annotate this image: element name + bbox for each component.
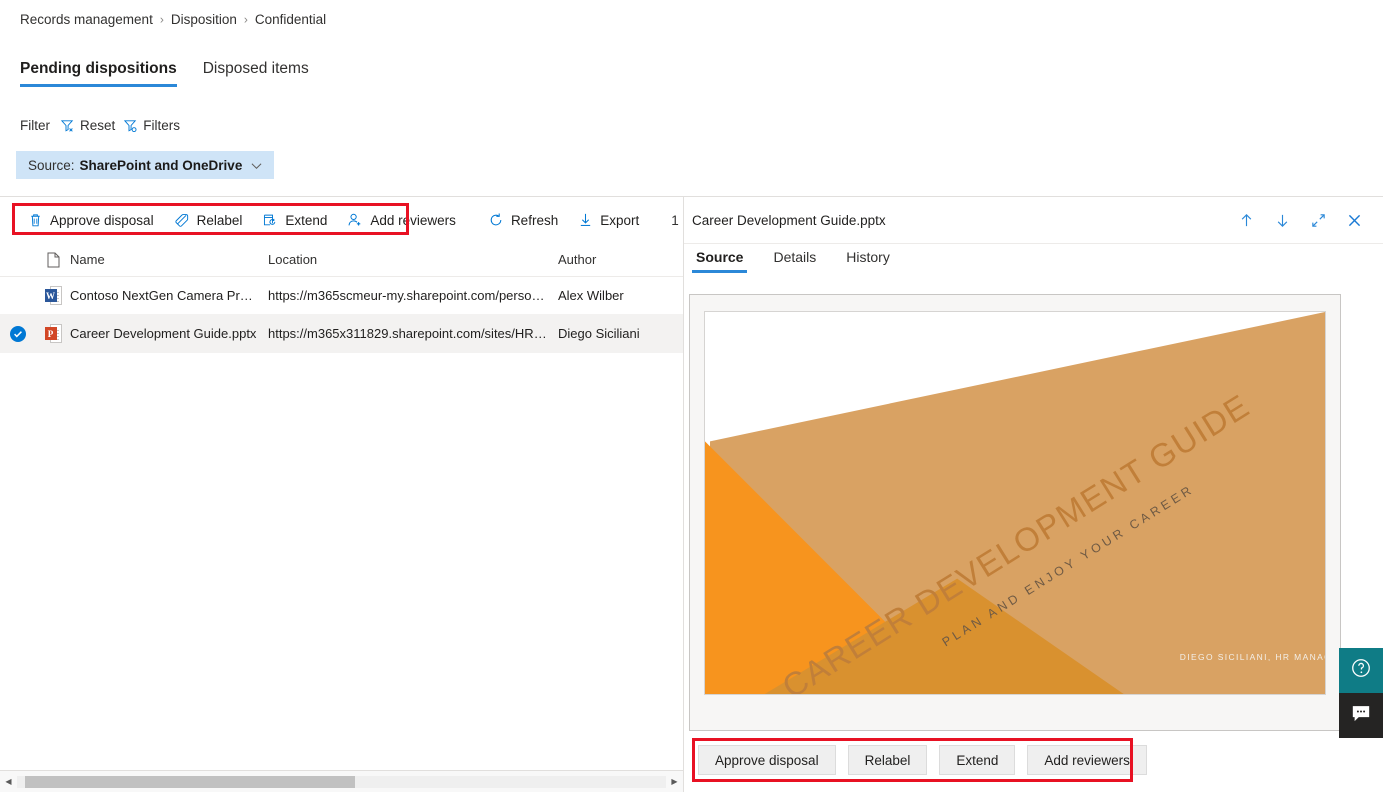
relabel-panel-button[interactable]: Relabel (847, 745, 928, 775)
close-icon[interactable] (1339, 205, 1369, 235)
table-row[interactable]: W Contoso NextGen Camera Product Pla... … (0, 277, 683, 315)
column-header-location[interactable]: Location (268, 252, 558, 267)
detail-pane-title: Career Development Guide.pptx (692, 212, 886, 228)
add-reviewers-panel-button[interactable]: Add reviewers (1027, 745, 1147, 775)
tab-history[interactable]: History (842, 249, 894, 273)
refresh-button[interactable]: Refresh (478, 205, 568, 235)
slide-graphic: CAREER DEVELOPMENT GUIDE PLAN AND ENJOY … (705, 312, 1325, 694)
approve-disposal-label: Approve disposal (50, 212, 154, 228)
column-header-name[interactable]: Name (70, 252, 268, 267)
scroll-left-arrow-icon[interactable]: ◀ (0, 771, 17, 792)
refresh-icon (488, 212, 504, 228)
main-tab-list: Pending dispositions Disposed items (20, 60, 309, 87)
trash-icon (28, 212, 43, 228)
breadcrumb-separator-icon: › (243, 12, 248, 26)
document-icon (36, 252, 70, 268)
powerpoint-file-badge: P (44, 327, 57, 340)
question-circle-icon (1350, 657, 1372, 684)
horizontal-scrollbar[interactable]: ◀ ▶ (0, 770, 683, 792)
source-filter-pill[interactable]: Source: SharePoint and OneDrive (16, 151, 275, 179)
row-author: Diego Siciliani (558, 326, 640, 341)
checkmark-icon (10, 325, 26, 342)
filters-button[interactable]: Filters (123, 118, 180, 133)
scrollbar-thumb[interactable] (25, 775, 355, 788)
breadcrumb-separator-icon: › (159, 12, 164, 26)
tab-source[interactable]: Source (692, 249, 748, 273)
row-name: Career Development Guide.pptx (70, 326, 257, 341)
detail-tab-list: Source Details History (692, 249, 894, 273)
filter-settings-icon (123, 118, 138, 133)
slide-footer: DIEGO SICILIANI, HR MANAGER (1180, 652, 1325, 662)
document-preview-frame: CAREER DEVELOPMENT GUIDE PLAN AND ENJOY … (689, 294, 1341, 731)
person-add-icon (347, 212, 363, 228)
detail-pane-actions (1231, 205, 1383, 235)
reset-filter-button[interactable]: Reset (60, 118, 115, 133)
relabel-label: Relabel (196, 212, 243, 228)
tag-icon (174, 212, 190, 228)
tab-disposed-items[interactable]: Disposed items (203, 60, 309, 87)
scrollbar-track[interactable] (17, 775, 666, 788)
reset-filter-label: Reset (80, 118, 116, 133)
source-filter-value: SharePoint and OneDrive (79, 157, 243, 173)
source-filter-key: Source: (28, 157, 75, 173)
dispositions-table: Name Location Author W Contoso NextGen C… (0, 243, 683, 353)
row-author: Alex Wilber (558, 288, 624, 303)
expand-icon[interactable] (1303, 205, 1333, 235)
filter-label: Filter (20, 118, 50, 133)
records-management-page: Records management › Disposition › Confi… (0, 0, 1383, 792)
command-bar: Approve disposal Relabel Extend Add revi… (0, 205, 759, 235)
powerpoint-file-icon: P (36, 324, 70, 343)
detail-pane-header: Career Development Guide.pptx (684, 197, 1383, 244)
extend-box-icon (262, 212, 278, 228)
help-widget[interactable] (1339, 648, 1383, 693)
table-header-row: Name Location Author (0, 243, 683, 277)
extend-button[interactable]: Extend (252, 205, 337, 235)
feedback-widget[interactable] (1339, 693, 1383, 738)
export-label: Export (600, 212, 640, 228)
download-icon (578, 212, 593, 228)
row-name: Contoso NextGen Camera Product Pla... (70, 288, 268, 303)
filters-label: Filters (143, 118, 181, 133)
side-widget-stack (1339, 648, 1383, 738)
add-reviewers-button[interactable]: Add reviewers (337, 205, 466, 235)
breadcrumb-item-confidential[interactable]: Confidential (255, 12, 326, 27)
row-location: https://m365scmeur-my.sharepoint.com/per… (268, 288, 558, 303)
extend-label: Extend (285, 212, 328, 228)
export-button[interactable]: Export (568, 205, 649, 235)
tab-pending-dispositions[interactable]: Pending dispositions (20, 60, 177, 87)
breadcrumb-item-records-management[interactable]: Records management (20, 12, 153, 27)
filter-bar: Filter Reset Filters (20, 118, 180, 133)
column-header-author[interactable]: Author (558, 252, 678, 267)
row-checkbox[interactable] (0, 325, 36, 342)
tab-details[interactable]: Details (769, 249, 820, 273)
item-detail-pane: Career Development Guide.pptx Source Det… (684, 197, 1383, 792)
down-arrow-icon[interactable] (1267, 205, 1297, 235)
up-arrow-icon[interactable] (1231, 205, 1261, 235)
extend-panel-button[interactable]: Extend (939, 745, 1016, 775)
breadcrumb: Records management › Disposition › Confi… (20, 12, 326, 27)
table-row[interactable]: P Career Development Guide.pptx https://… (0, 315, 683, 353)
word-file-icon: W (36, 286, 70, 305)
row-location: https://m365x311829.sharepoint.com/sites… (268, 326, 558, 341)
approve-disposal-button[interactable]: Approve disposal (18, 205, 164, 235)
filter-clear-icon (60, 118, 75, 133)
pending-dispositions-pane: Approve disposal Relabel Extend Add revi… (0, 197, 759, 792)
chevron-down-icon (251, 158, 262, 173)
approve-disposal-panel-button[interactable]: Approve disposal (698, 745, 836, 775)
breadcrumb-item-disposition[interactable]: Disposition (171, 12, 237, 27)
add-reviewers-label: Add reviewers (370, 212, 456, 228)
scroll-right-arrow-icon[interactable]: ▶ (666, 771, 683, 792)
chat-bubble-icon (1350, 703, 1372, 728)
slide-preview[interactable]: CAREER DEVELOPMENT GUIDE PLAN AND ENJOY … (704, 311, 1326, 695)
detail-action-buttons: Approve disposal Relabel Extend Add revi… (698, 745, 1147, 775)
refresh-label: Refresh (510, 212, 559, 228)
relabel-button[interactable]: Relabel (164, 205, 253, 235)
word-file-badge: W (44, 289, 57, 302)
